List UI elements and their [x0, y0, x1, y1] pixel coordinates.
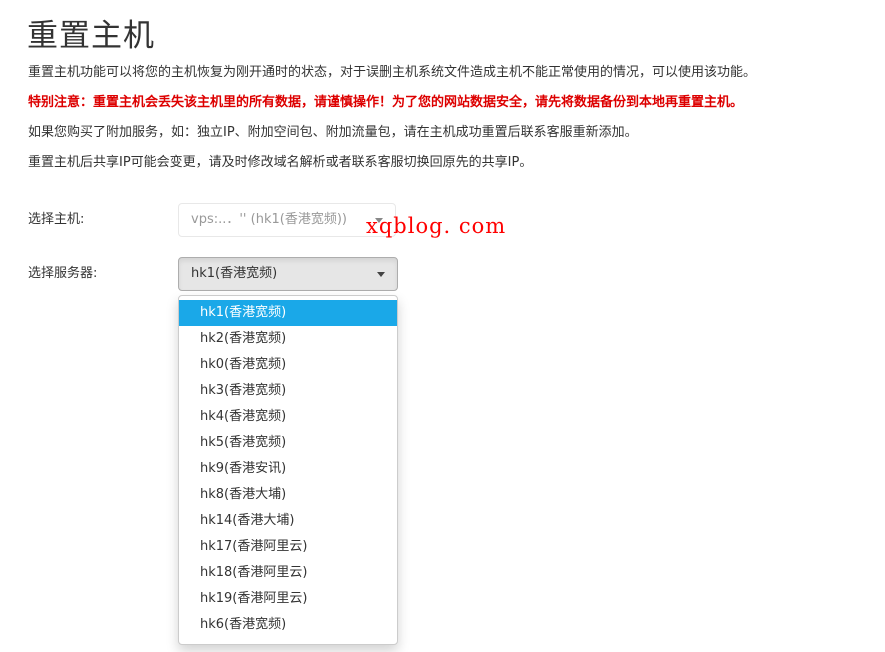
watermark: xqblog. com [366, 214, 507, 238]
description-text: 重置主机功能可以将您的主机恢复为刚开通时的状态，对于误删主机系统文件造成主机不能… [28, 65, 757, 80]
server-option[interactable]: hk19(香港阿里云) [179, 586, 397, 612]
page-title: 重置主机 [27, 18, 155, 54]
host-select[interactable]: vps:..．'' (hk1(香港宽频)) [178, 203, 396, 237]
server-option[interactable]: hk8(香港大埔) [179, 482, 397, 508]
server-select[interactable]: hk1(香港宽频) [178, 257, 398, 291]
server-option[interactable]: hk5(香港宽频) [179, 430, 397, 456]
host-select-label: 选择主机: [28, 212, 85, 227]
server-option[interactable]: hk0(香港宽频) [179, 352, 397, 378]
warning-text: 特别注意：重置主机会丢失该主机里的所有数据，请谨慎操作！为了您的网站数据安全，请… [28, 95, 744, 110]
server-option[interactable]: hk3(香港宽频) [179, 378, 397, 404]
server-option[interactable]: hk17(香港阿里云) [179, 534, 397, 560]
addon-notice-text: 如果您购买了附加服务，如：独立IP、附加空间包、附加流量包，请在主机成功重置后联… [28, 125, 638, 140]
chevron-down-icon [377, 272, 385, 277]
shared-ip-notice-text: 重置主机后共享IP可能会变更，请及时修改域名解析或者联系客服切换回原先的共享IP… [28, 155, 533, 170]
server-option[interactable]: hk9(香港安讯) [179, 456, 397, 482]
server-option[interactable]: hk2(香港宽频) [179, 326, 397, 352]
server-option[interactable]: hk18(香港阿里云) [179, 560, 397, 586]
server-option[interactable]: hk1(香港宽频) [179, 300, 397, 326]
server-option[interactable]: hk4(香港宽频) [179, 404, 397, 430]
server-select-label: 选择服务器: [28, 266, 98, 281]
server-option[interactable]: hk6(香港宽频) [179, 612, 397, 638]
server-select-value: hk1(香港宽频) [191, 266, 278, 281]
server-option[interactable]: hk14(香港大埔) [179, 508, 397, 534]
server-dropdown-menu: hk1(香港宽频) hk2(香港宽频) hk0(香港宽频) hk3(香港宽频) … [178, 295, 398, 645]
host-select-value: vps:..．'' (hk1(香港宽频)) [191, 212, 347, 227]
